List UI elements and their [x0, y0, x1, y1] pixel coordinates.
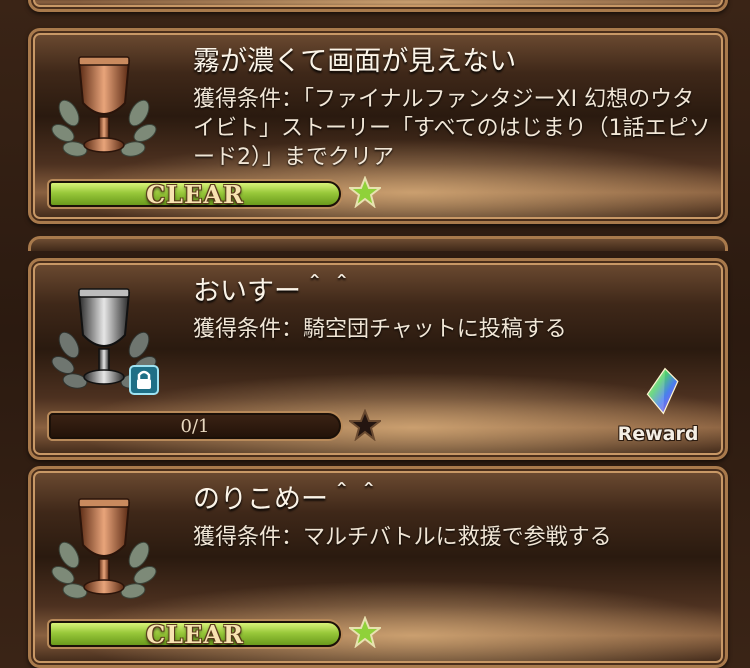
achievement-title: のりこめー＾＾ — [193, 484, 382, 515]
achievement-title: 霧が濃くて画面が見えない — [193, 46, 517, 77]
bronze-trophy-icon — [51, 56, 157, 157]
clear-label: CLEAR — [146, 619, 244, 649]
achievement-title: おいすー＾＾ — [193, 276, 355, 307]
crystal-icon — [646, 367, 679, 415]
dark-star-icon — [349, 409, 381, 441]
achievement-condition: 獲得条件：騎空団チャットに投稿する — [193, 317, 567, 342]
achievement-card-partial-top — [28, 0, 728, 12]
progress-count: 0/1 — [180, 415, 210, 437]
clear-label: CLEAR — [146, 179, 244, 209]
reward-button[interactable]: Reward — [613, 365, 703, 445]
achievement-card[interactable]: 霧が濃くて画面が見えない 獲得条件：「ファイナルファンタジーXI 幻想のウタイビ… — [28, 28, 728, 224]
clear-progress-bar: CLEAR — [49, 179, 341, 209]
achievement-condition: 獲得条件：「ファイナルファンタジーXI 幻想のウタイビト」ストーリー「すべてのは… — [193, 87, 711, 170]
achievement-card[interactable]: おいすー＾＾ 獲得条件：騎空団チャットに投稿する 0/1 Reward — [28, 258, 728, 460]
bronze-trophy-icon — [51, 498, 157, 599]
reward-label: Reward — [617, 423, 699, 445]
progress-bar: 0/1 — [49, 413, 341, 439]
green-star-icon — [349, 176, 381, 208]
achievement-card-partial — [28, 236, 728, 251]
clear-progress-bar: CLEAR — [49, 619, 341, 649]
achievement-condition: 獲得条件：マルチバトルに救援で参戦する — [193, 525, 612, 550]
achievement-card[interactable]: のりこめー＾＾ 獲得条件：マルチバトルに救援で参戦する CLEAR — [28, 466, 728, 668]
green-star-icon — [349, 616, 381, 648]
lock-icon — [129, 365, 159, 395]
